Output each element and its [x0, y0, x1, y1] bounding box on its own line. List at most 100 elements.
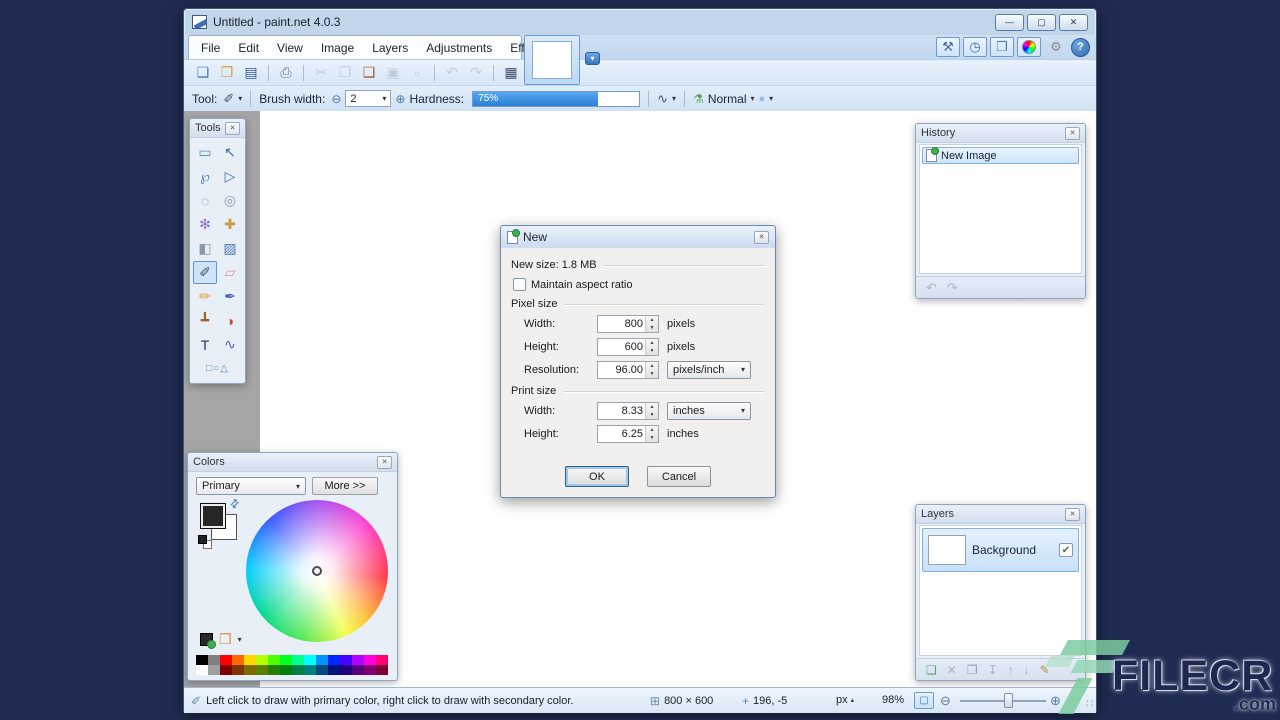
tools-window-toggle-icon[interactable]: ⚒: [936, 37, 960, 57]
palette-swatch[interactable]: [244, 655, 256, 665]
paintbrush-tool[interactable]: ✐: [193, 261, 217, 284]
layer-row-background[interactable]: Background ✔: [922, 528, 1079, 572]
blend-mode-value[interactable]: Normal: [708, 92, 747, 106]
palette-manager-icon[interactable]: ❒: [219, 631, 232, 648]
palette-dropdown-arrow-icon[interactable]: ▾: [238, 635, 242, 644]
palette-swatch[interactable]: [316, 665, 328, 675]
palette-swatch[interactable]: [256, 665, 268, 675]
pixel-height-input[interactable]: 600 ▲▼: [597, 338, 659, 356]
selection-mode-dropdown-arrow-icon[interactable]: ▾: [672, 94, 676, 103]
palette-swatch[interactable]: [340, 665, 352, 675]
swap-colors-icon[interactable]: ⇄: [227, 496, 243, 512]
palette-swatch[interactable]: [328, 655, 340, 665]
move-selected-pixels-tool[interactable]: ↖: [218, 141, 242, 164]
add-layer-icon[interactable]: ❏: [926, 663, 937, 677]
hardness-slider[interactable]: 75%: [472, 91, 640, 107]
palette-swatch[interactable]: [208, 665, 220, 675]
add-color-to-palette-icon[interactable]: [200, 633, 213, 646]
maximize-button[interactable]: ▢: [1027, 14, 1056, 31]
copy-icon[interactable]: ❐: [334, 63, 356, 83]
crop-to-selection-icon[interactable]: ▣: [382, 63, 404, 83]
selection-mode-icon[interactable]: ∿: [657, 91, 668, 107]
colors-window-toggle-icon[interactable]: [1017, 37, 1041, 57]
line-curve-tool[interactable]: ∿: [218, 333, 242, 356]
more-button[interactable]: More >>: [312, 477, 378, 495]
menu-layers[interactable]: Layers: [363, 38, 417, 58]
maintain-aspect-checkbox[interactable]: [513, 278, 526, 291]
print-width-unit-dropdown[interactable]: inches ▾: [667, 402, 751, 420]
resolution-spinner[interactable]: ▲▼: [645, 362, 658, 378]
palette-swatch[interactable]: [244, 665, 256, 675]
zoom-level-value[interactable]: 98%: [868, 694, 904, 706]
gradient-tool[interactable]: ▨: [218, 237, 242, 260]
palette-swatch[interactable]: [232, 665, 244, 675]
cut-icon[interactable]: ✂: [310, 63, 332, 83]
print-icon[interactable]: ⎙: [275, 63, 297, 83]
shapes-tool[interactable]: □○△: [193, 357, 242, 380]
eraser-tool[interactable]: ▱: [218, 261, 242, 284]
paint-bucket-tool[interactable]: ◧: [193, 237, 217, 260]
color-wheel[interactable]: [246, 500, 388, 642]
grid-toggle-icon[interactable]: ▦: [500, 63, 522, 83]
brush-width-decrease-icon[interactable]: ⊖: [331, 92, 341, 106]
layers-panel-close-icon[interactable]: ✕: [1065, 508, 1080, 521]
brush-width-combo[interactable]: 2 ▾: [345, 90, 391, 107]
palette-swatch[interactable]: [196, 655, 208, 665]
menu-adjustments[interactable]: Adjustments: [417, 38, 501, 58]
print-width-input[interactable]: 8.33 ▲▼: [597, 402, 659, 420]
close-button[interactable]: ✕: [1059, 14, 1088, 31]
palette-swatch[interactable]: [220, 665, 232, 675]
palette-swatch[interactable]: [340, 655, 352, 665]
cancel-button[interactable]: Cancel: [647, 466, 711, 487]
print-height-spinner[interactable]: ▲▼: [645, 426, 658, 442]
open-image-tab[interactable]: [524, 35, 580, 85]
tool-dropdown-arrow-icon[interactable]: ▾: [238, 94, 242, 103]
primary-color-swatch[interactable]: [200, 503, 226, 529]
help-icon[interactable]: ?: [1071, 38, 1090, 57]
palette-swatch[interactable]: [316, 655, 328, 665]
zoom-slider-track[interactable]: [960, 700, 1046, 702]
new-image-icon[interactable]: ❏: [192, 63, 214, 83]
unit-dropdown[interactable]: px ▴: [836, 694, 854, 706]
palette-swatch[interactable]: [352, 665, 364, 675]
pixel-width-input[interactable]: 800 ▲▼: [597, 315, 659, 333]
move-selection-tool[interactable]: ▷: [218, 165, 242, 188]
minimize-button[interactable]: —: [995, 14, 1024, 31]
merge-down-icon[interactable]: ↧: [988, 663, 998, 677]
ellipse-select-tool[interactable]: ◌: [193, 189, 217, 212]
history-redo-icon[interactable]: ↷: [947, 280, 958, 296]
history-panel-close-icon[interactable]: ✕: [1065, 127, 1080, 140]
delete-layer-icon[interactable]: ✕: [947, 663, 957, 677]
history-window-toggle-icon[interactable]: ◷: [963, 37, 987, 57]
rectangle-select-tool[interactable]: ▭: [193, 141, 217, 164]
resolution-unit-dropdown[interactable]: pixels/inch ▾: [667, 361, 751, 379]
save-icon[interactable]: ▤: [240, 63, 262, 83]
antialiasing-dropdown-arrow-icon[interactable]: ▾: [769, 94, 773, 103]
palette-swatch[interactable]: [352, 655, 364, 665]
print-width-spinner[interactable]: ▲▼: [645, 403, 658, 419]
layers-window-toggle-icon[interactable]: ❐: [990, 37, 1014, 57]
deselect-icon[interactable]: ▫: [406, 63, 428, 83]
color-wheel-selector[interactable]: [312, 566, 322, 576]
print-height-input[interactable]: 6.25 ▲▼: [597, 425, 659, 443]
recolor-tool[interactable]: ◑: [218, 309, 242, 332]
palette-swatch[interactable]: [280, 655, 292, 665]
palette-swatch[interactable]: [328, 665, 340, 675]
color-mode-select[interactable]: Primary ▾: [196, 477, 306, 495]
duplicate-layer-icon[interactable]: ❐: [967, 663, 978, 677]
menu-image[interactable]: Image: [312, 38, 363, 58]
palette-swatch[interactable]: [220, 655, 232, 665]
dialog-close-icon[interactable]: ✕: [754, 231, 769, 244]
move-layer-up-icon[interactable]: ↑: [1008, 663, 1014, 677]
palette-swatch[interactable]: [292, 655, 304, 665]
palette-swatch[interactable]: [364, 655, 376, 665]
palette-swatch[interactable]: [376, 655, 388, 665]
palette-swatch[interactable]: [280, 665, 292, 675]
pencil-tool[interactable]: ✏: [193, 285, 217, 308]
palette-swatch[interactable]: [256, 655, 268, 665]
reset-colors-icon[interactable]: [198, 535, 212, 549]
palette-swatch[interactable]: [232, 655, 244, 665]
zoom-to-window-button[interactable]: ▢: [914, 692, 934, 709]
paste-icon[interactable]: ❑: [358, 63, 380, 83]
image-list-chevron-icon[interactable]: ▾: [585, 52, 600, 65]
